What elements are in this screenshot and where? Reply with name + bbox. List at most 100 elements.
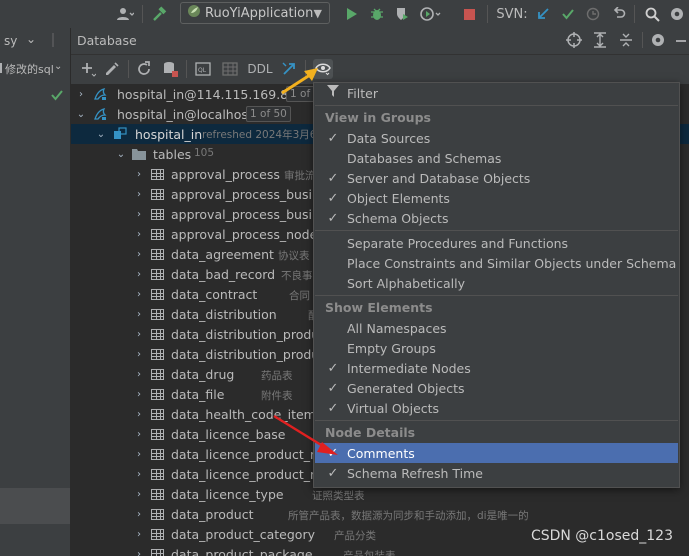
- chevron-right-icon[interactable]: ›: [133, 269, 145, 280]
- table-row[interactable]: › data_product_package 产品包装表: [71, 544, 689, 556]
- table-name: approval_process_busin: [171, 206, 320, 222]
- build-hammer-icon[interactable]: [148, 0, 170, 28]
- menu-item-filter[interactable]: Filter: [315, 83, 678, 103]
- table-icon: [150, 247, 164, 261]
- minimize-icon[interactable]: [674, 33, 688, 50]
- sql-console-icon[interactable]: QL: [193, 59, 213, 79]
- chevron-down-icon[interactable]: ⌄: [95, 129, 107, 140]
- chevron-right-icon[interactable]: ›: [133, 509, 145, 520]
- table-comment: 合同: [289, 290, 310, 302]
- mysql-dolphin-icon: [93, 87, 107, 101]
- table-name: data_contract: [171, 286, 258, 302]
- database-stop-icon[interactable]: [161, 59, 179, 79]
- table-name: data_licence_product_ma: [171, 466, 330, 482]
- chevron-right-icon[interactable]: ›: [133, 329, 145, 340]
- menu-item[interactable]: ✓ Data Sources: [315, 128, 678, 148]
- chevron-right-icon[interactable]: ›: [133, 429, 145, 440]
- gear-icon[interactable]: [650, 32, 666, 51]
- table-name: data_bad_record: [171, 266, 276, 282]
- locate-target-icon[interactable]: [566, 32, 582, 51]
- menu-item-label: Schema Objects: [347, 210, 449, 226]
- changelist-icon: [0, 61, 4, 78]
- menu-item[interactable]: ✓ Intermediate Nodes: [315, 358, 678, 378]
- table-icon: [150, 447, 164, 461]
- menu-item-label: Virtual Objects: [347, 400, 440, 416]
- svn-update-icon[interactable]: [532, 0, 554, 28]
- user-icon[interactable]: [112, 0, 138, 28]
- chevron-right-icon[interactable]: ›: [133, 209, 145, 220]
- run-configuration-dropdown[interactable]: RuoYiApplication ▼: [180, 2, 330, 24]
- table-comment: 不良事: [281, 270, 313, 282]
- chevron-right-icon[interactable]: ›: [133, 369, 145, 380]
- data-source-properties-icon[interactable]: [103, 59, 121, 79]
- chevron-down-icon[interactable]: ⌄: [54, 61, 62, 72]
- connection-name: hospital_in@localhost: [117, 106, 253, 122]
- menu-item[interactable]: ✓ Object Elements: [315, 188, 678, 208]
- ide-settings-icon[interactable]: [666, 0, 688, 28]
- chevron-right-icon[interactable]: ›: [133, 549, 145, 556]
- chevron-down-icon[interactable]: ⌄: [115, 149, 127, 160]
- menu-item[interactable]: Place Constraints and Similar Objects un…: [315, 253, 678, 273]
- table-comment: 审批流: [284, 170, 316, 182]
- chevron-right-icon[interactable]: ›: [133, 389, 145, 400]
- chevron-right-icon[interactable]: ›: [133, 249, 145, 260]
- chevron-right-icon[interactable]: ›: [133, 449, 145, 460]
- chevron-right-icon[interactable]: ›: [133, 489, 145, 500]
- rollback-icon[interactable]: [608, 0, 630, 28]
- menu-item-label: Data Sources: [347, 130, 431, 146]
- menu-item[interactable]: Sort Alphabetically: [315, 273, 678, 293]
- toolbar-separator: [128, 60, 129, 78]
- status-checkmark-icon: [50, 88, 64, 105]
- menu-item[interactable]: ✓ Virtual Objects: [315, 398, 678, 418]
- chevron-right-icon[interactable]: ›: [133, 309, 145, 320]
- chevron-right-icon[interactable]: ›: [75, 89, 87, 100]
- expand-all-icon[interactable]: [592, 32, 608, 51]
- refresh-icon[interactable]: [135, 59, 153, 79]
- chevron-right-icon[interactable]: ›: [133, 169, 145, 180]
- chevron-right-icon[interactable]: ›: [133, 229, 145, 240]
- table-view-icon[interactable]: [221, 59, 239, 79]
- chevron-right-icon[interactable]: ›: [133, 469, 145, 480]
- chevron-right-icon[interactable]: ›: [133, 409, 145, 420]
- history-clock-icon[interactable]: [582, 0, 604, 28]
- profile-icon[interactable]: [416, 0, 446, 28]
- search-icon[interactable]: [641, 0, 663, 28]
- chevron-down-icon[interactable]: ⌄: [75, 109, 87, 120]
- menu-item-label: Separate Procedures and Functions: [347, 235, 569, 251]
- menu-item-label: Generated Objects: [347, 380, 465, 396]
- chevron-down-icon[interactable]: ⌄: [26, 32, 36, 46]
- debug-icon[interactable]: [366, 0, 388, 28]
- database-panel-header: Database: [71, 28, 689, 55]
- add-icon[interactable]: [79, 59, 97, 79]
- table-icon: [150, 487, 164, 501]
- chevron-right-icon[interactable]: ›: [133, 189, 145, 200]
- table-name: approval_process_node: [171, 226, 318, 242]
- menu-item-label: Empty Groups: [347, 340, 436, 356]
- menu-item[interactable]: Empty Groups: [315, 338, 678, 358]
- menu-item[interactable]: Separate Procedures and Functions: [315, 233, 678, 253]
- menu-item[interactable]: ✓ Schema Refresh Time: [315, 463, 678, 483]
- table-name: data_file: [171, 386, 225, 402]
- table-name: data_drug: [171, 366, 235, 382]
- table-comment: 协议表: [278, 250, 310, 262]
- menu-item[interactable]: Databases and Schemas: [315, 148, 678, 168]
- chevron-right-icon[interactable]: ›: [133, 349, 145, 360]
- menu-item[interactable]: All Namespaces: [315, 318, 678, 338]
- chevron-right-icon[interactable]: ›: [133, 529, 145, 540]
- database-toolbar: QL DDL: [71, 55, 689, 85]
- menu-item[interactable]: ✓ Generated Objects: [315, 378, 678, 398]
- changelist-row[interactable]: 修改的sql ⌄: [0, 58, 70, 80]
- svn-commit-checkmark-icon[interactable]: [557, 0, 579, 28]
- collapse-all-icon[interactable]: [618, 32, 634, 51]
- menu-item[interactable]: ✓Comments: [315, 443, 678, 463]
- menu-item[interactable]: ✓ Server and Database Objects: [315, 168, 678, 188]
- stop-icon[interactable]: [458, 0, 480, 28]
- annotation-arrow-yellow: [281, 68, 318, 95]
- table-row[interactable]: › data_product 所管产品表，数据源为同步和手动添加，di是唯一的: [71, 504, 689, 524]
- menu-item[interactable]: ✓ Schema Objects: [315, 208, 678, 228]
- chevron-right-icon[interactable]: ›: [133, 289, 145, 300]
- menu-item-label: Intermediate Nodes: [347, 360, 471, 376]
- coverage-icon[interactable]: [391, 0, 413, 28]
- run-icon[interactable]: [340, 0, 362, 28]
- project-dropdown-label[interactable]: sy: [4, 34, 17, 48]
